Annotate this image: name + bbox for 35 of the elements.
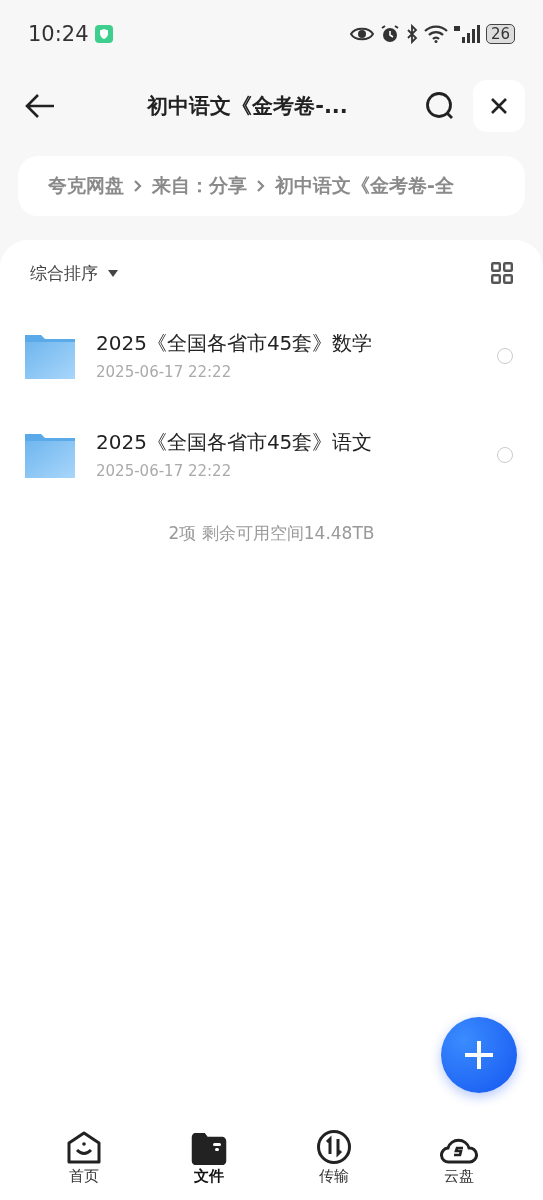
status-time: 10:24 (28, 22, 89, 46)
dropdown-caret-icon (108, 269, 118, 277)
folder-name: 2025《全国各省市45套》数学 (96, 330, 374, 357)
battery-level: 26 (485, 24, 515, 44)
close-icon (490, 97, 508, 115)
plus-icon (464, 1040, 494, 1070)
nav-tab[interactable]: 传输 (293, 1120, 374, 1186)
folder-date: 2025-06-17 22:22 (96, 363, 233, 381)
transfer-icon (315, 1129, 352, 1165)
close-button[interactable] (473, 80, 525, 132)
search-button[interactable] (425, 91, 455, 121)
bluetooth-icon (405, 24, 418, 44)
chevron-icon (133, 179, 143, 193)
back-arrow-icon (24, 93, 56, 119)
shield-icon (94, 25, 113, 43)
folder-date: 2025-06-17 22:22 (96, 462, 233, 480)
nav-tab[interactable]: 首页 (44, 1120, 125, 1186)
search-icon (425, 91, 455, 121)
nav-tab[interactable]: 云盘 (418, 1120, 499, 1186)
folder-icon (25, 332, 75, 379)
smiley-house-icon (66, 1131, 103, 1165)
eye-icon (349, 26, 374, 42)
sort-label[interactable]: 综合排序 (30, 261, 98, 285)
grid-view-icon[interactable] (491, 262, 513, 284)
folder-icon (25, 431, 75, 478)
page-title: 初中语文《金考卷-... (146, 93, 349, 120)
signal-icon (453, 24, 480, 44)
wifi-icon (423, 25, 448, 43)
chevron-icon (256, 179, 266, 193)
folder-name: 2025《全国各省市45套》语文 (96, 429, 374, 456)
folder-icon (191, 1133, 228, 1165)
alarm-icon (379, 24, 400, 44)
storage-summary: 2项 剩余可用空间14.48TB (167, 522, 376, 545)
back-button[interactable] (24, 93, 56, 119)
nav-tab[interactable]: 文件 (169, 1120, 250, 1186)
